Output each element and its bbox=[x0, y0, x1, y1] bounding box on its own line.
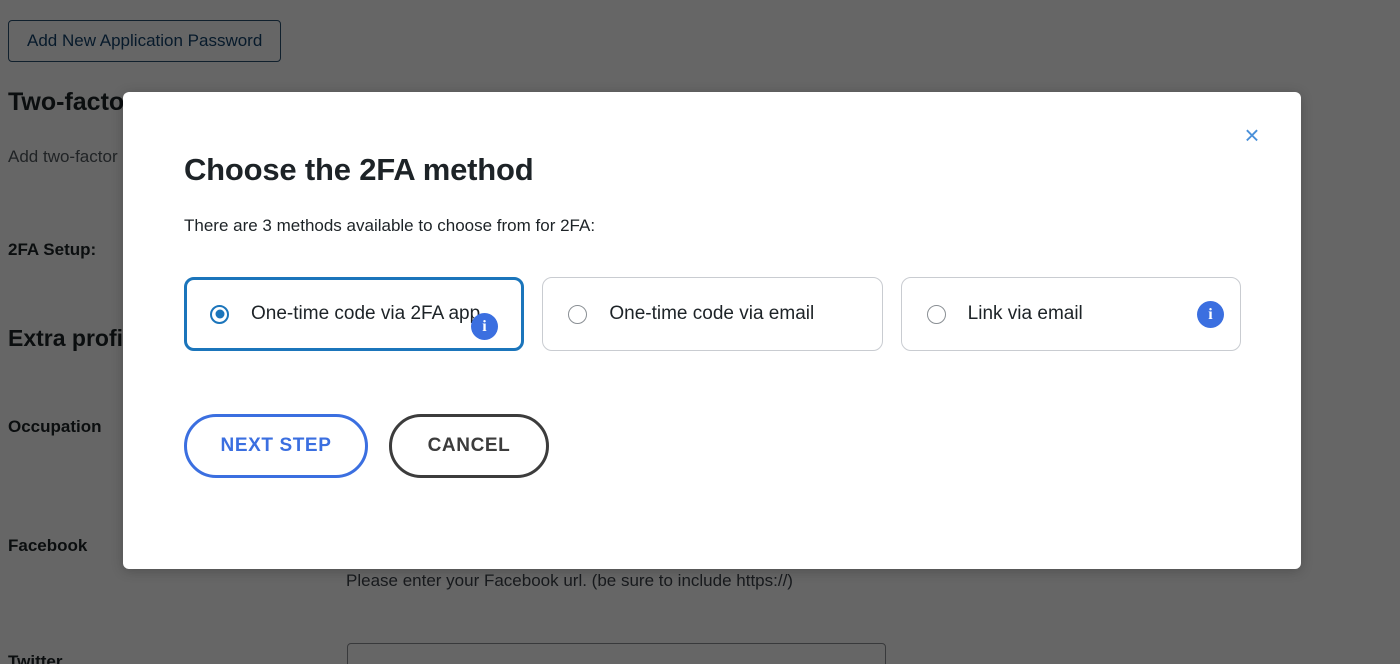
close-icon[interactable]: × bbox=[1239, 122, 1265, 148]
dialog-subtitle: There are 3 methods available to choose … bbox=[184, 216, 596, 235]
dialog-actions: NEXT STEP CANCEL bbox=[184, 414, 1241, 478]
option-label-link-email: Link via email bbox=[967, 303, 1083, 324]
info-icon-2fa-app[interactable]: i bbox=[471, 313, 498, 340]
info-icon-link-email[interactable]: i bbox=[1197, 301, 1224, 328]
dialog-title: Choose the 2FA method bbox=[184, 152, 534, 187]
radio-2fa-app[interactable] bbox=[210, 304, 229, 324]
option-card-link-email[interactable]: Link via email i bbox=[900, 277, 1241, 351]
cancel-button[interactable]: CANCEL bbox=[389, 414, 549, 478]
2fa-method-options: One-time code via 2FA app i One-time cod… bbox=[184, 277, 1241, 351]
modal-body: Choose the 2FA method There are 3 method… bbox=[123, 92, 1301, 478]
next-step-button[interactable]: NEXT STEP bbox=[184, 414, 368, 478]
option-label-code-email: One-time code via email bbox=[609, 303, 815, 324]
radio-code-email[interactable] bbox=[568, 304, 588, 324]
option-card-code-email[interactable]: One-time code via email bbox=[542, 277, 883, 351]
option-label-2fa-app: One-time code via 2FA app bbox=[251, 303, 481, 324]
radio-link-email[interactable] bbox=[926, 304, 946, 324]
option-card-2fa-app[interactable]: One-time code via 2FA app i bbox=[184, 277, 525, 351]
choose-2fa-method-dialog: × Choose the 2FA method There are 3 meth… bbox=[123, 92, 1301, 569]
